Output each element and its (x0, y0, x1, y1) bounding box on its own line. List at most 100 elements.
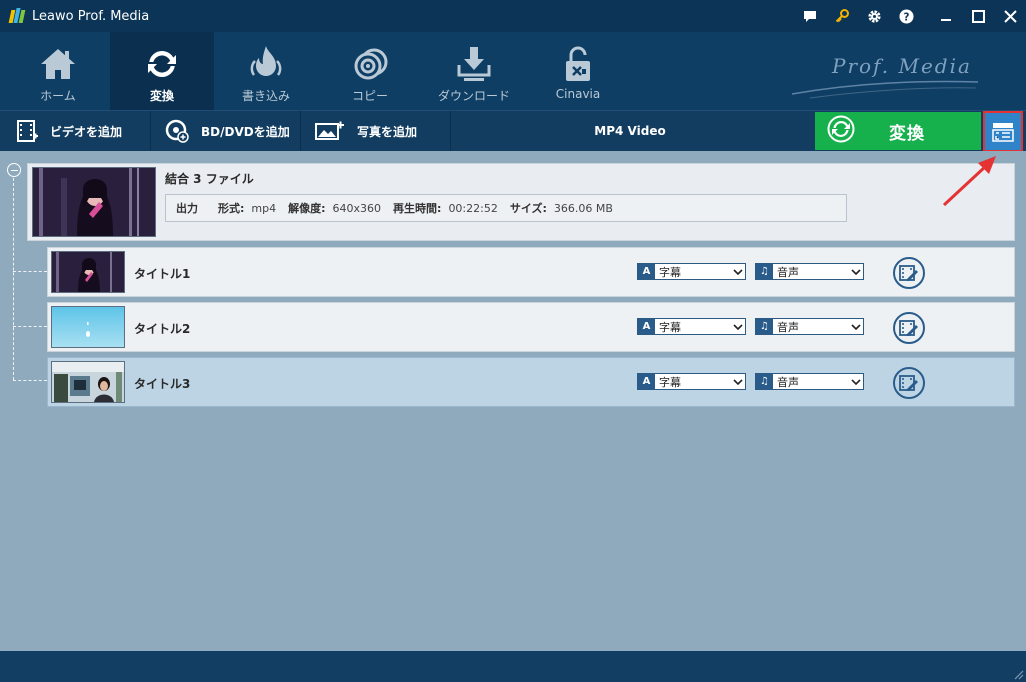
gear-icon[interactable] (858, 0, 890, 32)
svg-text:?: ? (903, 11, 909, 23)
nav-download[interactable]: ダウンロード (422, 32, 526, 110)
chevron-down-icon (849, 268, 863, 275)
tree-line-branch (13, 326, 47, 327)
resolution-label: 解像度: (288, 202, 326, 215)
status-bar (0, 651, 1026, 682)
chevron-down-icon (849, 378, 863, 385)
title-name: タイトル1 (134, 267, 191, 281)
merged-thumbnail (32, 167, 156, 237)
duration-value: 00:22:52 (448, 201, 498, 215)
audio-dropdown[interactable]: ♫ 音声 (755, 318, 864, 335)
add-photo-label: 写真を追加 (357, 124, 418, 139)
brand-text: Prof. Media (832, 54, 972, 78)
format-value: mp4 (251, 201, 277, 215)
music-note-icon: ♫ (756, 319, 773, 334)
output-info-box: 出力 形式: mp4 解像度: 640x360 再生時間: 00:22:52 サ… (165, 194, 847, 222)
audio-dropdown[interactable]: ♫ 音声 (755, 373, 864, 390)
add-bd-dvd-button[interactable]: BD/DVDを追加 (151, 111, 301, 151)
audio-value: 音声 (777, 375, 799, 389)
music-note-icon: ♫ (756, 264, 773, 279)
maximize-icon[interactable] (962, 0, 994, 32)
audio-value: 音声 (777, 320, 799, 334)
subtitle-dropdown[interactable]: A 字幕 (637, 263, 746, 280)
resolution-value: 640x360 (332, 201, 382, 215)
close-icon[interactable] (994, 0, 1026, 32)
convert-circle-icon (827, 115, 855, 147)
size-value: 366.06 MB (553, 201, 613, 215)
output-format-selector[interactable]: MP4 Video (560, 111, 700, 151)
help-icon[interactable]: ? (890, 0, 922, 32)
nav-download-label: ダウンロード (437, 89, 510, 103)
subtitle-dropdown[interactable]: A 字幕 (637, 373, 746, 390)
tree-line-vertical (13, 178, 14, 380)
list-layout-icon (992, 122, 1014, 142)
disc-add-icon (165, 119, 189, 143)
format-label: 形式: (218, 202, 245, 215)
file-list-area: 結合 3 ファイル 出力 形式: mp4 解像度: 640x360 再生時間: … (0, 151, 1026, 651)
title-row[interactable]: タイトル2 A 字幕 ♫ 音声 (47, 302, 1015, 352)
brand-logo: Prof. Media (790, 46, 980, 102)
nav-home[interactable]: ホーム (6, 32, 110, 110)
chevron-down-icon (731, 268, 745, 275)
chevron-down-icon (731, 323, 745, 330)
subtitle-value: 字幕 (659, 375, 681, 389)
collapse-group-icon[interactable] (7, 163, 21, 177)
film-edit-icon (899, 320, 918, 336)
window-title: Leawo Prof. Media (32, 8, 150, 24)
output-label: 出力 (176, 202, 198, 215)
add-video-button[interactable]: ビデオを追加 (0, 111, 151, 151)
subtitle-dropdown[interactable]: A 字幕 (637, 318, 746, 335)
edit-video-button[interactable] (893, 367, 925, 399)
nav-convert-label: 変換 (149, 89, 174, 103)
title-thumbnail (51, 306, 125, 348)
unlock-icon (558, 44, 598, 84)
copy-disc-icon (350, 44, 390, 84)
add-photo-button[interactable]: 写真を追加 (301, 111, 451, 151)
duration-label: 再生時間: (393, 202, 442, 215)
resize-grip-icon[interactable] (1012, 668, 1024, 680)
edit-video-button[interactable] (893, 312, 925, 344)
film-edit-icon (899, 375, 918, 391)
add-video-label: ビデオを追加 (50, 124, 123, 139)
subtitle-icon: A (638, 374, 655, 389)
nav-cinavia-label: Cinavia (555, 87, 601, 101)
convert-icon (142, 44, 182, 84)
nav-copy[interactable]: コピー (318, 32, 422, 110)
title-name: タイトル3 (134, 377, 191, 391)
feedback-icon[interactable] (794, 0, 826, 32)
edit-video-button[interactable] (893, 257, 925, 289)
layout-toggle-button[interactable] (983, 111, 1023, 152)
main-nav: ホーム 変換 書き込み コピー ダウンロード Cinavia Prof. Med… (0, 32, 1026, 110)
nav-cinavia[interactable]: Cinavia (526, 32, 630, 110)
title-thumbnail (51, 251, 125, 293)
toolbar: ビデオを追加 BD/DVDを追加 写真を追加 MP4 Video 変換 (0, 110, 1026, 152)
chevron-down-icon (849, 323, 863, 330)
download-icon (454, 44, 494, 84)
tree-line-branch (13, 271, 47, 272)
subtitle-icon: A (638, 319, 655, 334)
burn-icon (246, 44, 286, 84)
chevron-down-icon (731, 378, 745, 385)
photo-add-icon (315, 121, 344, 140)
film-edit-icon (899, 265, 918, 281)
nav-copy-label: コピー (351, 89, 388, 103)
title-row-selected[interactable]: タイトル3 A 字幕 ♫ 音声 (47, 357, 1015, 407)
annotation-arrow-icon (942, 156, 996, 207)
tree-line-branch (13, 380, 47, 381)
nav-burn[interactable]: 書き込み (214, 32, 318, 110)
home-icon (38, 44, 78, 84)
app-logo-icon (8, 8, 26, 24)
key-icon[interactable] (826, 0, 858, 32)
size-label: サイズ: (509, 202, 547, 215)
title-name: タイトル2 (134, 322, 191, 336)
merged-file-item[interactable]: 結合 3 ファイル 出力 形式: mp4 解像度: 640x360 再生時間: … (27, 163, 1015, 241)
add-bd-dvd-label: BD/DVDを追加 (201, 124, 290, 139)
convert-button[interactable]: 変換 (815, 112, 981, 150)
audio-dropdown[interactable]: ♫ 音声 (755, 263, 864, 280)
nav-convert[interactable]: 変換 (110, 32, 214, 110)
subtitle-value: 字幕 (659, 265, 681, 279)
nav-home-label: ホーム (40, 89, 76, 103)
minimize-icon[interactable] (930, 0, 962, 32)
title-row[interactable]: タイトル1 A 字幕 ♫ 音声 (47, 247, 1015, 297)
film-add-icon (17, 120, 38, 142)
